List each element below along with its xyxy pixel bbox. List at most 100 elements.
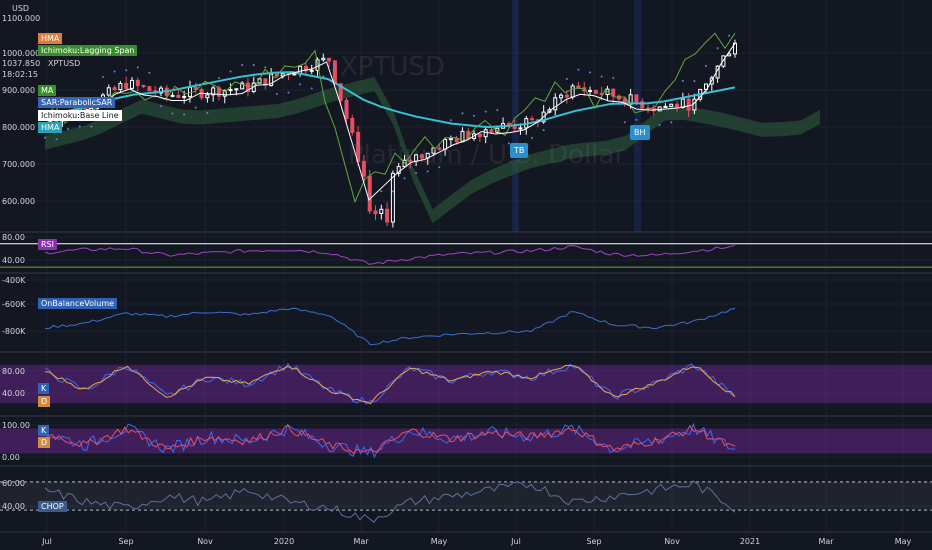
candle-body-50	[332, 60, 337, 85]
x-tick-2021: 2021	[739, 537, 761, 546]
candle-body-108	[669, 103, 674, 107]
stochrsi-tick-100: 100.00	[2, 421, 30, 430]
stoch-d-tag[interactable]: D	[38, 396, 51, 407]
baseline-tag[interactable]: Ichimoku:Base Line	[38, 110, 122, 121]
lower-panes	[0, 243, 932, 523]
stoch-k-tag[interactable]: K	[38, 383, 50, 394]
stochrsi-tick-0: 0.00	[2, 453, 20, 462]
candle-body-60	[390, 172, 395, 223]
candle-body-91	[570, 85, 575, 98]
candle-body-22	[170, 94, 175, 97]
sar-dot-98	[612, 76, 615, 79]
candle-body-13	[118, 82, 123, 91]
sar-dot-38	[264, 66, 267, 69]
candle-body-52	[344, 100, 349, 119]
candle-body-15	[129, 79, 134, 89]
sar-dot-48	[322, 75, 325, 78]
lagging-span-tag[interactable]: Ichimoku:Lagging Span	[38, 45, 138, 56]
tb-marker[interactable]: TB	[510, 143, 529, 158]
sar-dot-14	[125, 69, 128, 72]
candle-body-90	[564, 94, 569, 98]
stoch-tick-40: 40.00	[2, 389, 25, 398]
sar-dot-0	[44, 136, 46, 139]
sar-dot-26	[194, 106, 197, 109]
symbol-label: XPTUSD	[48, 59, 81, 68]
ma-tag[interactable]: MA	[38, 85, 57, 96]
stochrsi-k-tag[interactable]: K	[38, 425, 50, 436]
stochrsi-band	[0, 428, 932, 454]
sar-dot-86	[542, 129, 545, 132]
candle-body-28	[205, 94, 210, 99]
candle-body-107	[663, 105, 668, 108]
sar-dot-32	[229, 70, 232, 73]
chart-canvas[interactable]	[0, 0, 932, 550]
sar-dot-116	[716, 47, 719, 50]
candle-body-59	[385, 208, 390, 223]
sar-dot-30	[217, 77, 220, 80]
sar-dot-74	[473, 114, 476, 117]
sar-dot-42	[287, 91, 290, 94]
x-tick-nov: Nov	[197, 537, 213, 546]
obv-tick-600: -600K	[2, 300, 26, 309]
sar-dot-10	[101, 75, 104, 78]
y-tick-800: 800.000	[2, 123, 36, 132]
sar-dot-2	[55, 138, 58, 141]
candle-body-12	[112, 87, 117, 91]
candle-body-46	[309, 69, 314, 72]
sar-dot-16	[136, 66, 139, 69]
obv-tag[interactable]: OnBalanceVolume	[38, 298, 118, 309]
sar-dot-12	[113, 70, 116, 73]
x-tick-jul2: Jul	[511, 537, 521, 546]
sar-dot-36	[252, 64, 255, 67]
candle-body-102	[634, 94, 639, 103]
sar-dot-92	[577, 68, 580, 71]
sar-dot-112	[693, 80, 696, 83]
stochrsi-d-tag[interactable]: D	[38, 437, 51, 448]
watermark-symbol: XPTUSD	[340, 52, 445, 82]
candle-body-24	[182, 95, 187, 98]
hma-top-tag[interactable]: HMA	[38, 33, 63, 44]
sar-dot-52	[345, 99, 348, 102]
candle-body-84	[530, 118, 535, 121]
sar-dot-114	[705, 64, 708, 67]
candle-body-111	[686, 98, 691, 111]
candle-body-48	[321, 57, 326, 61]
candle-body-92	[576, 85, 581, 89]
currency-label: USD	[12, 4, 30, 13]
sar-dot-84	[531, 136, 534, 139]
y-tick-700: 700.000	[2, 160, 36, 169]
x-tick-jul: Jul	[42, 537, 52, 546]
x-tick-may: May	[430, 537, 448, 546]
top-price-label: 1100.000	[2, 14, 41, 23]
sar-dot-4	[67, 127, 70, 130]
candle-body-23	[176, 94, 181, 98]
x-tick-nov2: Nov	[664, 537, 680, 546]
x-tick-sep: Sep	[118, 537, 134, 546]
stoch-band	[0, 364, 932, 404]
chop-tick-40: 40.00	[2, 502, 25, 511]
bh-marker[interactable]: BH	[630, 125, 650, 140]
sar-dot-56	[368, 191, 371, 194]
obv-tick-800: -800K	[2, 327, 26, 336]
candle-body-58	[379, 208, 384, 215]
sar-dot-22	[171, 112, 174, 115]
sar-dot-6	[78, 125, 81, 128]
candle-body-110	[680, 98, 685, 108]
sar-dot-90	[565, 77, 568, 80]
x-tick-2020: 2020	[273, 537, 295, 546]
candle-body-33	[234, 88, 239, 91]
sar-tag[interactable]: SAR:ParabolicSAR	[38, 97, 116, 108]
sar-dot-106	[658, 124, 661, 127]
hma-tag[interactable]: HMA	[38, 122, 63, 133]
obv-tick-400: -400K	[2, 276, 26, 285]
candle-body-76	[483, 129, 488, 138]
chop-tag[interactable]: CHOP	[38, 501, 67, 512]
x-tick-mar: Mar	[353, 537, 369, 546]
sar-dot-78	[496, 109, 499, 112]
sar-dot-58	[380, 190, 383, 193]
time-label: 18:02:15	[2, 70, 38, 79]
sar-dot-24	[183, 113, 186, 116]
candle-body-11	[106, 87, 111, 96]
rsi-tag[interactable]: RSI	[38, 239, 57, 250]
candle-body-53	[350, 117, 355, 133]
